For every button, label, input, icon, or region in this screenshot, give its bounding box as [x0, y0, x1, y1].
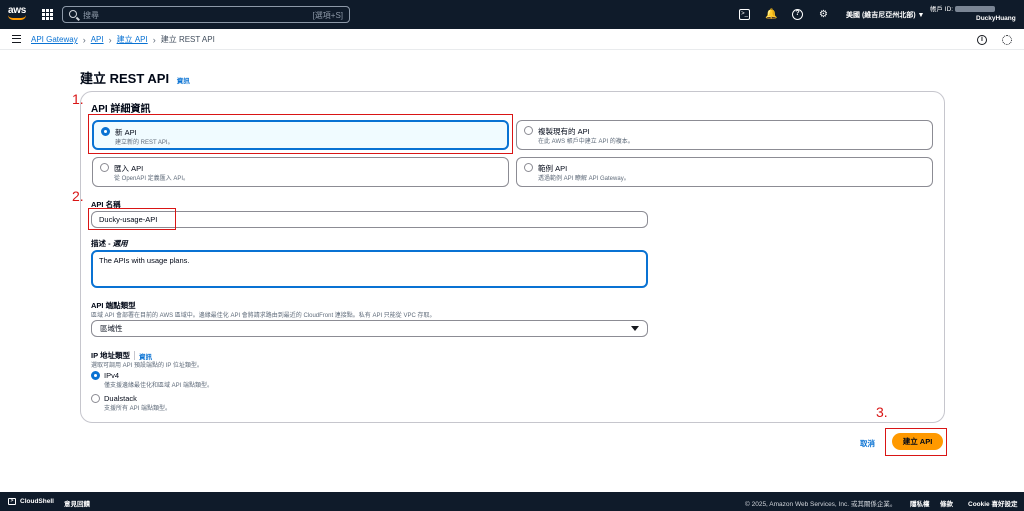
endpoint-type-select[interactable]: 區域性	[91, 320, 648, 337]
breadcrumb-current: 建立 REST API	[160, 35, 215, 44]
step-1-annotation: 1.	[72, 91, 84, 107]
option-example-api[interactable]: 範例 API 透過範例 API 瞭解 API Gateway。	[516, 157, 933, 187]
option-clone-api[interactable]: 複製現有的 API 在此 AWS 帳戶中建立 API 的複本。	[516, 120, 933, 150]
search-placeholder: 搜尋	[83, 11, 99, 20]
cloudshell-link[interactable]: > CloudShell	[8, 498, 54, 505]
cloudshell-label: CloudShell	[20, 498, 54, 505]
top-navigation: aws 搜尋 [選項+S] >_ 🔔 ? ⚙ 美國 (維吉尼亞州北部) ▼ 帳戶…	[0, 0, 1024, 29]
info-icon[interactable]: i	[977, 35, 987, 45]
step-3-highlight	[885, 428, 947, 456]
page-title: 建立 REST API 資訊	[80, 68, 190, 87]
radio-import-api[interactable]	[100, 163, 109, 172]
chevron-right-icon: ›	[82, 34, 86, 45]
ip-type-info-link[interactable]: 資訊	[139, 351, 152, 361]
ip-option-dualstack-desc: 支援所有 API 端點類型。	[104, 406, 172, 412]
option-import-api[interactable]: 匯入 API 從 OpenAPI 定義匯入 API。	[92, 157, 509, 187]
notifications-bell-icon[interactable]: 🔔	[765, 9, 777, 20]
region-selector[interactable]: 美國 (維吉尼亞州北部) ▼	[846, 10, 924, 20]
terms-link[interactable]: 條款	[940, 498, 953, 508]
search-shortcut-hint: [選項+S]	[312, 11, 343, 20]
cookie-preferences-link[interactable]: Cookie 喜好設定	[968, 498, 1017, 508]
radio-clone-api[interactable]	[524, 126, 533, 135]
breadcrumb-bar: API Gateway › API › 建立 API › 建立 REST API…	[0, 29, 1024, 50]
copyright-text: © 2025, Amazon Web Services, Inc. 或其關係企業…	[745, 501, 897, 508]
step-3-annotation: 3.	[876, 404, 888, 420]
ip-option-dualstack-label: Dualstack	[104, 394, 137, 403]
divider	[134, 351, 136, 360]
settings-gear-icon[interactable]: ⚙	[818, 9, 829, 20]
ip-type-desc: 選取可調用 API 預設端點的 IP 位址類型。	[91, 363, 203, 369]
description-optional: 選用	[112, 239, 128, 248]
radio-example-api[interactable]	[524, 163, 533, 172]
radio-ipv4[interactable]	[91, 371, 100, 380]
menu-hamburger-icon[interactable]	[12, 35, 21, 43]
page-title-info-link[interactable]: 資訊	[177, 78, 190, 85]
footer: > CloudShell 意見回饋 © 2025, Amazon Web Ser…	[0, 492, 1024, 511]
account-label: 帳戶 ID:	[930, 6, 954, 13]
breadcrumb: API Gateway › API › 建立 API › 建立 REST API	[31, 34, 215, 45]
chevron-right-icon: ›	[152, 34, 156, 45]
breadcrumb-create-api[interactable]: 建立 API	[117, 34, 148, 45]
step-2-highlight	[88, 208, 176, 230]
chevron-right-icon: ›	[108, 34, 112, 45]
endpoint-type-desc: 區域 API 會部署在目前的 AWS 區域中。邊緣最佳化 API 會將請求路由到…	[91, 313, 436, 319]
account-id: 帳戶 ID:	[930, 3, 995, 13]
feedback-link[interactable]: 意見回饋	[64, 498, 90, 508]
privacy-link[interactable]: 隱私權	[910, 498, 930, 508]
aws-logo-text: aws	[8, 5, 27, 16]
cloudshell-icon[interactable]: >_	[739, 9, 750, 20]
radio-dualstack[interactable]	[91, 394, 100, 403]
account-id-redacted	[954, 6, 995, 13]
description-label: 描述 - 選用	[91, 238, 128, 249]
cancel-button[interactable]: 取消	[860, 438, 875, 449]
step-1-highlight	[88, 114, 513, 154]
option-clone-api-desc: 在此 AWS 帳戶中建立 API 的複本。	[538, 139, 634, 145]
search-input[interactable]: 搜尋 [選項+S]	[62, 6, 350, 23]
services-menu-icon[interactable]	[42, 9, 53, 20]
caret-down-icon	[631, 326, 639, 331]
user-menu[interactable]: DuckyHuang	[976, 15, 1016, 22]
page-title-text: 建立 REST API	[80, 71, 170, 86]
ip-option-ipv4-label: IPv4	[104, 371, 120, 380]
breadcrumb-api[interactable]: API	[91, 35, 104, 44]
option-example-api-desc: 透過範例 API 瞭解 API Gateway。	[538, 176, 630, 182]
endpoint-type-value: 區域性	[100, 324, 123, 333]
step-2-annotation: 2.	[72, 188, 84, 204]
description-label-text: 描述 -	[91, 239, 113, 248]
search-icon	[69, 10, 77, 18]
breadcrumb-api-gateway[interactable]: API Gateway	[31, 35, 78, 44]
cloudshell-icon: >	[8, 498, 16, 505]
description-textarea[interactable]: The APIs with usage plans.	[91, 250, 648, 288]
aws-logo[interactable]: aws	[8, 6, 30, 24]
option-import-api-desc: 從 OpenAPI 定義匯入 API。	[114, 176, 190, 182]
api-details-heading: API 詳細資訊	[91, 104, 151, 115]
help-icon[interactable]: ?	[792, 9, 803, 20]
ip-option-ipv4-desc: 僅支援邊緣最佳化和區域 API 端點類型。	[104, 383, 214, 389]
preferences-icon[interactable]	[1002, 35, 1012, 45]
